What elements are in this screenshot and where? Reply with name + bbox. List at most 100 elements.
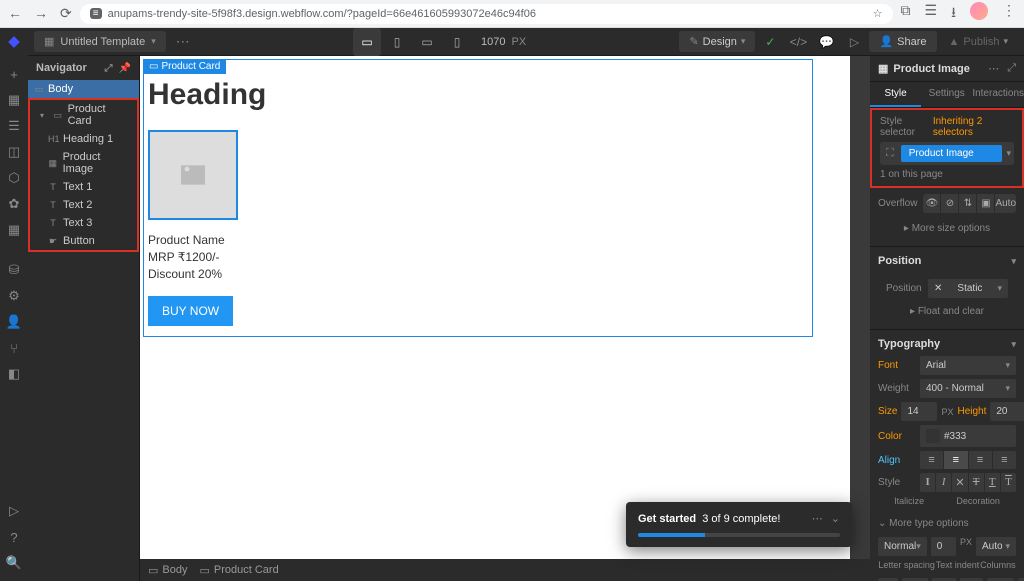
product-image-element[interactable] <box>148 130 238 220</box>
more-type-options[interactable]: ⌄ More type options <box>870 512 1024 535</box>
pages-icon[interactable]: ▦ <box>2 88 26 112</box>
class-pill[interactable]: Product Image <box>901 145 1003 162</box>
menu-icon[interactable]: ⋮ <box>1002 2 1016 26</box>
columns-select[interactable]: Auto▾ <box>976 537 1016 556</box>
back-icon[interactable]: ← <box>8 5 22 22</box>
pin-icon[interactable]: 📌 <box>119 63 131 74</box>
style-strike[interactable]: T <box>969 473 985 492</box>
style-overline[interactable]: T <box>1001 473 1016 492</box>
help-icon[interactable]: ? <box>2 525 26 549</box>
position-section-title[interactable]: Position▾ <box>870 247 1024 271</box>
design-mode-button[interactable]: Design ▾ <box>679 31 755 52</box>
code-icon[interactable]: </> <box>785 29 811 55</box>
navigator-icon[interactable]: ☰ <box>2 114 26 138</box>
share-button[interactable]: 👤 Share <box>869 31 936 52</box>
overflow-clip[interactable]: ▣ <box>977 194 995 213</box>
text3-element[interactable]: Discount 20% <box>144 266 812 283</box>
product-card-element[interactable]: ▭ Product Card Heading Product Name MRP … <box>143 59 813 337</box>
text2-element[interactable]: MRP ₹1200/- <box>144 249 812 266</box>
chevron-down-icon: ▾ <box>1006 148 1011 159</box>
tree-product-card[interactable]: ▾ ▭ Product Card <box>30 100 137 130</box>
height-input[interactable]: 20 <box>990 402 1024 421</box>
toast-progress-bar <box>638 533 840 537</box>
video-icon[interactable]: ▷ <box>2 499 26 523</box>
tab-interactions[interactable]: Interactions <box>972 82 1024 107</box>
overflow-auto[interactable]: Auto <box>995 194 1016 213</box>
apps-icon[interactable]: ◧ <box>2 362 26 386</box>
add-icon[interactable]: + <box>2 62 26 86</box>
collapse-icon[interactable]: ⤢ <box>105 63 113 74</box>
breadcrumb-body[interactable]: ▭Body <box>148 564 187 577</box>
settings-icon[interactable]: ⋯ <box>988 62 999 75</box>
page-selector[interactable]: ▦ Untitled Template ▾ <box>34 31 166 52</box>
forward-icon[interactable]: → <box>34 5 48 22</box>
overflow-hidden[interactable]: ⊘ <box>941 194 959 213</box>
extensions-icon[interactable]: ⧉ <box>901 2 911 26</box>
design-canvas[interactable]: ▭ Product Card Heading Product Name MRP … <box>140 56 850 559</box>
expand-icon[interactable]: ⤢ <box>1007 62 1016 75</box>
tab-settings[interactable]: Settings <box>921 82 972 107</box>
preview-icon[interactable]: ▷ <box>841 29 867 55</box>
toast-collapse-icon[interactable]: ⌄ <box>831 512 840 525</box>
style-regular[interactable]: I <box>920 473 936 492</box>
tab-style[interactable]: Style <box>870 82 921 107</box>
check-icon[interactable]: ✓ <box>757 29 783 55</box>
heading-element[interactable]: Heading <box>144 60 812 112</box>
tree-text2[interactable]: T Text 2 <box>30 196 137 214</box>
style-italic[interactable]: I <box>936 473 952 492</box>
nav-body[interactable]: ▭ Body <box>28 80 139 98</box>
url-bar[interactable]: ≡ anupams-trendy-site-5f98f3.design.webf… <box>80 4 893 24</box>
buy-now-button[interactable]: BUY NOW <box>148 296 233 326</box>
line-height-select[interactable]: Normal▾ <box>878 537 927 556</box>
styles-icon[interactable]: ✿ <box>2 192 26 216</box>
tree-button[interactable]: ☛ Button <box>30 232 137 250</box>
logic-icon[interactable]: ⑂ <box>2 336 26 360</box>
overflow-visible[interactable]: 👁 <box>923 194 941 213</box>
search-icon[interactable]: 🔍 <box>2 551 26 575</box>
text1-element[interactable]: Product Name <box>144 232 812 249</box>
mobile-icon[interactable]: ▯ <box>443 28 471 56</box>
align-left[interactable]: ≡ <box>920 451 944 469</box>
style-underline[interactable]: T <box>985 473 1001 492</box>
tree-text3[interactable]: T Text 3 <box>30 214 137 232</box>
indent-input[interactable]: 0 <box>931 537 956 556</box>
tree-text1[interactable]: T Text 1 <box>30 178 137 196</box>
more-size-options[interactable]: ▸ More size options <box>878 217 1016 240</box>
profile-avatar[interactable] <box>970 2 988 20</box>
class-selector[interactable]: ⛶ Product Image ▾ <box>880 142 1014 165</box>
position-select[interactable]: ✕ Static▾ <box>928 279 1008 298</box>
weight-label: Weight <box>878 383 916 394</box>
align-right[interactable]: ≡ <box>969 451 993 469</box>
tablet-icon[interactable]: ▯ <box>383 28 411 56</box>
weight-select[interactable]: 400 - Normal▾ <box>920 379 1016 398</box>
components-icon[interactable]: ◫ <box>2 140 26 164</box>
download-icon[interactable]: ⭳ <box>951 2 956 26</box>
desktop-icon[interactable]: ▭ <box>353 28 381 56</box>
tree-heading[interactable]: H1 Heading 1 <box>30 130 137 148</box>
breadcrumb-card[interactable]: ▭Product Card <box>199 564 278 577</box>
font-select[interactable]: Arial▾ <box>920 356 1016 375</box>
webflow-logo[interactable] <box>0 28 28 56</box>
reload-icon[interactable]: ⟳ <box>60 5 72 22</box>
tablet-landscape-icon[interactable]: ▭ <box>413 28 441 56</box>
star-icon[interactable]: ☆ <box>873 7 883 20</box>
typography-section-title[interactable]: Typography▾ <box>870 330 1024 354</box>
color-input[interactable]: #333 <box>920 425 1016 447</box>
size-input[interactable]: 14 <box>901 402 937 421</box>
style-none[interactable]: ✕ <box>952 473 968 492</box>
overflow-scroll[interactable]: ⇅ <box>959 194 977 213</box>
tree-product-image[interactable]: ▦ Product Image <box>30 148 137 178</box>
toast-menu-icon[interactable]: ⋯ <box>812 512 823 525</box>
align-center[interactable]: ≡ <box>944 451 968 469</box>
variables-icon[interactable]: ⬡ <box>2 166 26 190</box>
ecommerce-icon[interactable]: ⚙ <box>2 284 26 308</box>
publish-button[interactable]: ▲ Publish ▾ <box>939 32 1019 52</box>
more-menu[interactable]: ⋯ <box>166 33 200 50</box>
align-justify[interactable]: ≡ <box>993 451 1016 469</box>
comment-icon[interactable]: 💬 <box>813 29 839 55</box>
cms-icon[interactable]: ⛁ <box>2 258 26 282</box>
assets-icon[interactable]: ▦ <box>2 218 26 242</box>
float-and-clear[interactable]: ▸ Float and clear <box>878 300 1016 323</box>
list-icon[interactable]: ☰ <box>925 2 938 26</box>
users-icon[interactable]: 👤 <box>2 310 26 334</box>
